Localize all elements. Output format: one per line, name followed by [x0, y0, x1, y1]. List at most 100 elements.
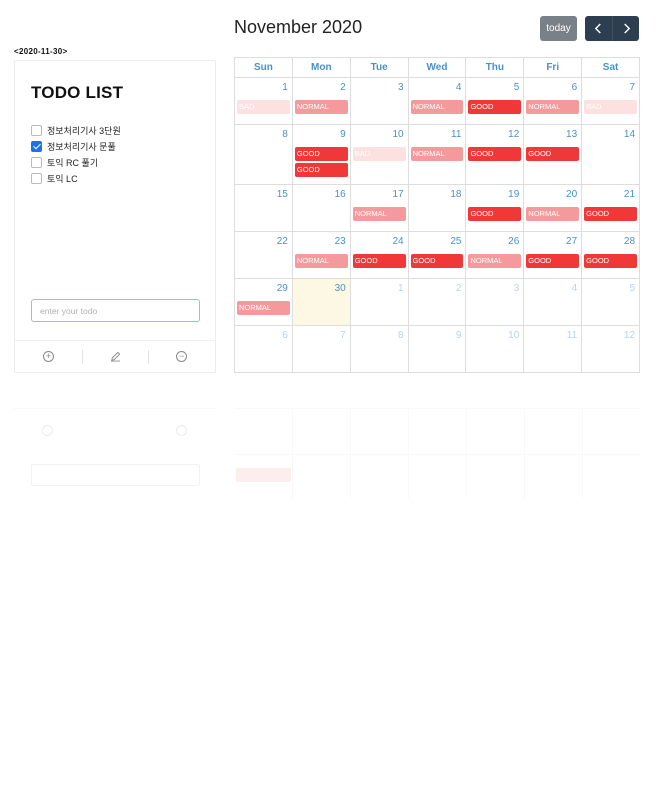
day-number[interactable]: 2 [340, 82, 346, 93]
day-number[interactable]: 14 [624, 129, 635, 140]
calendar-day[interactable]: 11 [524, 326, 583, 372]
todo-checkbox[interactable] [31, 140, 42, 152]
day-number[interactable]: 20 [566, 189, 577, 200]
calendar-day[interactable]: 1 [351, 279, 409, 325]
calendar-day[interactable]: 9 [409, 326, 467, 372]
calendar-day[interactable]: 14 [582, 125, 639, 184]
calendar-day[interactable]: 15 [235, 185, 293, 231]
day-number[interactable]: 3 [514, 283, 520, 294]
calendar-day[interactable]: 4 NORMAL [409, 78, 467, 124]
day-number[interactable]: 28 [624, 236, 635, 247]
day-number[interactable]: 6 [572, 82, 578, 93]
calendar-day[interactable]: 4 [524, 279, 583, 325]
todo-item[interactable]: 토익 LC [31, 170, 121, 186]
calendar-day[interactable]: 24 GOOD [351, 232, 409, 278]
event-normal[interactable]: NORMAL [294, 100, 348, 114]
day-number[interactable]: 7 [629, 82, 635, 93]
day-number[interactable]: 6 [282, 330, 288, 341]
event-good[interactable]: GOOD [468, 147, 522, 161]
calendar-day[interactable]: 2 NORMAL [293, 78, 351, 124]
calendar-day[interactable]: 22 [235, 232, 293, 278]
calendar-day[interactable]: 10 [466, 326, 525, 372]
day-number[interactable]: 24 [392, 236, 403, 247]
day-number[interactable]: 25 [450, 236, 461, 247]
day-number[interactable]: 26 [508, 236, 519, 247]
day-number[interactable]: 11 [567, 330, 577, 341]
calendar-day[interactable]: 18 [409, 185, 467, 231]
event-good[interactable]: GOOD [584, 207, 638, 221]
day-number[interactable]: 4 [572, 283, 578, 294]
delete-todo-button[interactable]: − [148, 341, 215, 372]
day-number[interactable]: 11 [451, 129, 461, 140]
calendar-day[interactable]: 7 BAD [582, 78, 639, 124]
day-number[interactable]: 2 [456, 283, 462, 294]
edit-todo-button[interactable] [81, 341, 149, 372]
calendar-day[interactable]: 11 NORMAL [409, 125, 467, 184]
calendar-day[interactable]: 29 NORMAL [235, 279, 293, 325]
calendar-day[interactable]: 16 [293, 185, 351, 231]
todo-item[interactable]: 정보처리기사 3단원 [31, 122, 121, 138]
calendar-day[interactable]: 7 [293, 326, 351, 372]
event-good[interactable]: GOOD [352, 254, 406, 268]
prev-month-button[interactable] [585, 16, 612, 41]
calendar-day[interactable]: 25 GOOD [409, 232, 467, 278]
todo-checkbox[interactable] [31, 124, 42, 136]
day-number[interactable]: 22 [277, 236, 288, 247]
todo-item[interactable]: 토익 RC 풀기 [31, 154, 121, 170]
event-normal[interactable]: NORMAL [294, 254, 348, 268]
calendar-day[interactable]: 12 GOOD [466, 125, 525, 184]
day-number[interactable]: 9 [456, 330, 462, 341]
calendar-day[interactable]: 8 [235, 125, 293, 184]
event-normal[interactable]: NORMAL [237, 301, 290, 315]
event-bad[interactable]: BAD [352, 147, 406, 161]
event-good[interactable]: GOOD [526, 254, 580, 268]
calendar-day[interactable]: 9 GOOD GOOD [293, 125, 351, 184]
next-month-button[interactable] [612, 16, 639, 41]
today-button[interactable]: today [540, 16, 577, 41]
event-normal[interactable]: NORMAL [468, 254, 522, 268]
event-good[interactable]: GOOD [468, 100, 522, 114]
calendar-day[interactable]: 27 GOOD [524, 232, 583, 278]
calendar-day[interactable]: 19 GOOD [466, 185, 525, 231]
event-good[interactable]: GOOD [468, 207, 522, 221]
day-number[interactable]: 8 [398, 330, 404, 341]
calendar-day[interactable]: 17 NORMAL [351, 185, 409, 231]
calendar-day[interactable]: 2 [409, 279, 467, 325]
day-number[interactable]: 30 [335, 283, 346, 294]
event-normal[interactable]: NORMAL [410, 147, 464, 161]
calendar-day[interactable]: 5 GOOD [466, 78, 525, 124]
calendar-day[interactable]: 21 GOOD [582, 185, 639, 231]
day-number[interactable]: 16 [335, 189, 346, 200]
day-number[interactable]: 5 [629, 283, 635, 294]
calendar-day[interactable]: 6 [235, 326, 293, 372]
calendar-day[interactable]: 13 GOOD [524, 125, 583, 184]
day-number[interactable]: 12 [624, 330, 635, 341]
event-good[interactable]: GOOD [294, 147, 348, 161]
event-good[interactable]: GOOD [584, 254, 638, 268]
day-number[interactable]: 13 [566, 129, 577, 140]
todo-item[interactable]: 정보처리기사 문풀 [31, 138, 121, 154]
calendar-day[interactable]: 5 [582, 279, 639, 325]
day-number[interactable]: 23 [335, 236, 346, 247]
day-number[interactable]: 21 [624, 189, 635, 200]
event-good[interactable]: GOOD [294, 163, 348, 177]
day-number[interactable]: 17 [392, 189, 403, 200]
calendar-day[interactable]: 28 GOOD [582, 232, 639, 278]
day-number[interactable]: 27 [566, 236, 577, 247]
event-normal[interactable]: NORMAL [410, 100, 464, 114]
day-number[interactable]: 8 [282, 129, 288, 140]
calendar-day[interactable]: 1 BAD [235, 78, 293, 124]
event-normal[interactable]: NORMAL [352, 207, 406, 221]
event-bad[interactable]: BAD [584, 100, 638, 114]
todo-input[interactable] [31, 299, 200, 322]
calendar-day[interactable]: 10 BAD [351, 125, 409, 184]
calendar-day-today[interactable]: 30 [292, 279, 351, 325]
event-normal[interactable]: NORMAL [526, 207, 580, 221]
calendar-day[interactable]: 6 NORMAL [524, 78, 583, 124]
day-number[interactable]: 10 [508, 330, 519, 341]
day-number[interactable]: 19 [508, 189, 519, 200]
calendar-day[interactable]: 12 [582, 326, 639, 372]
calendar-day[interactable]: 8 [351, 326, 409, 372]
todo-checkbox[interactable] [31, 156, 42, 168]
event-good[interactable]: GOOD [410, 254, 464, 268]
